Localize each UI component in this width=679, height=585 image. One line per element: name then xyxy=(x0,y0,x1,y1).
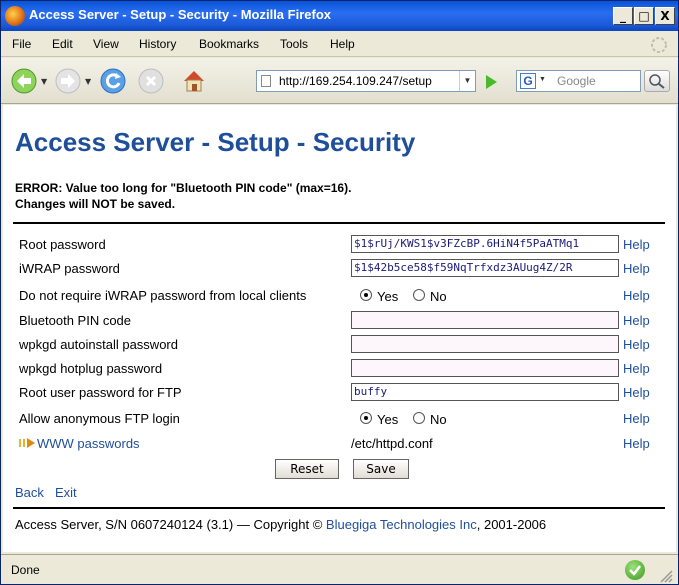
throbber-icon xyxy=(651,37,667,53)
iwrap-local-yes-radio[interactable] xyxy=(360,289,372,301)
forward-arrow-icon[interactable] xyxy=(55,68,81,94)
iwrap-local-no-label: No xyxy=(430,289,447,304)
menu-tools[interactable]: Tools xyxy=(280,37,308,51)
stop-icon[interactable] xyxy=(138,68,164,94)
help-link-www-passwords[interactable]: Help xyxy=(623,436,650,451)
go-arrow-icon[interactable] xyxy=(481,72,501,92)
title-bar: Access Server - Setup - Security - Mozil… xyxy=(1,1,678,31)
help-link-iwrap-local[interactable]: Help xyxy=(623,288,650,303)
back-dropdown-icon[interactable]: ▼ xyxy=(41,77,47,86)
status-text: Done xyxy=(11,563,40,577)
footer-years: , 2001-2006 xyxy=(476,517,547,532)
ftp-anon-yes-radio[interactable] xyxy=(360,412,372,424)
help-link-wpkgd-hotplug[interactable]: Help xyxy=(623,361,650,376)
window-title: Access Server - Setup - Security - Mozil… xyxy=(29,7,331,22)
help-link-ftp-anon[interactable]: Help xyxy=(623,411,650,426)
page-content: Access Server - Setup - Security ERROR: … xyxy=(3,105,676,552)
error-message: ERROR: Value too long for "Bluetooth PIN… xyxy=(15,181,352,195)
exit-link[interactable]: Exit xyxy=(55,485,77,500)
footer: Access Server, S/N 0607240124 (3.1) — Co… xyxy=(15,517,546,532)
search-button[interactable] xyxy=(644,70,670,92)
iwrap-password-field[interactable]: $1$42b5ce58$f59NqTrfxdz3AUug4Z/2R xyxy=(351,259,619,277)
menu-edit[interactable]: Edit xyxy=(52,37,73,51)
maximize-button[interactable]: □ xyxy=(634,7,654,25)
ftp-anon-label: Allow anonymous FTP login xyxy=(19,411,180,426)
save-button[interactable]: Save xyxy=(353,459,409,479)
menu-bar: File Edit View History Bookmarks Tools H… xyxy=(1,31,678,57)
menu-bookmarks[interactable]: Bookmarks xyxy=(199,37,259,51)
www-passwords-link[interactable]: WWW passwords xyxy=(37,436,140,451)
page-icon xyxy=(261,75,271,87)
menu-history[interactable]: History xyxy=(139,37,176,51)
iwrap-local-label: Do not require iWRAP password from local… xyxy=(19,288,307,303)
navigation-toolbar: ▼ ▼ http://169.254.109.247/setup ▼ G ▼ G… xyxy=(1,58,678,104)
iwrap-local-no-radio[interactable] xyxy=(413,289,425,301)
divider-top xyxy=(13,222,665,224)
ftp-anon-yes-label: Yes xyxy=(377,412,399,427)
page-title: Access Server - Setup - Security xyxy=(15,127,416,157)
iwrap-local-yes-label: Yes xyxy=(377,289,399,304)
magnifier-icon xyxy=(649,74,665,89)
address-bar[interactable]: http://169.254.109.247/setup ▼ xyxy=(256,70,476,92)
search-field[interactable]: G ▼ Google xyxy=(516,70,641,92)
menu-help[interactable]: Help xyxy=(330,37,355,51)
wpkgd-autoinstall-field[interactable] xyxy=(351,335,619,353)
ftp-root-field[interactable]: buffy xyxy=(351,383,619,401)
url-dropdown-icon[interactable]: ▼ xyxy=(459,71,475,91)
bt-pin-field[interactable] xyxy=(351,311,619,329)
url-text[interactable]: http://169.254.109.247/setup xyxy=(279,74,457,88)
menu-view[interactable]: View xyxy=(93,37,119,51)
ftp-anon-no-label: No xyxy=(430,412,447,427)
status-bar: Done xyxy=(1,554,678,584)
home-icon[interactable] xyxy=(181,68,207,94)
help-link-iwrap-password[interactable]: Help xyxy=(623,261,650,276)
back-link[interactable]: Back xyxy=(15,485,44,500)
help-link-bt-pin[interactable]: Help xyxy=(623,313,650,328)
reload-icon[interactable] xyxy=(100,68,126,94)
search-engine-dropdown-icon[interactable]: ▼ xyxy=(539,76,546,83)
ftp-root-label: Root user password for FTP xyxy=(19,385,182,400)
wpkgd-hotplug-field[interactable] xyxy=(351,359,619,377)
help-link-ftp-root[interactable]: Help xyxy=(623,385,650,400)
iwrap-password-label: iWRAP password xyxy=(19,261,120,276)
wpkgd-autoinstall-label: wpkgd autoinstall password xyxy=(19,337,178,352)
divider-bottom xyxy=(13,507,665,509)
help-link-wpkgd-autoinstall[interactable]: Help xyxy=(623,337,650,352)
reset-button[interactable]: Reset xyxy=(275,459,339,479)
browser-window: Access Server - Setup - Security - Mozil… xyxy=(0,0,679,585)
firefox-icon xyxy=(5,6,25,26)
resize-grip-icon[interactable] xyxy=(657,567,673,583)
help-link-root-password[interactable]: Help xyxy=(623,237,650,252)
ftp-anon-no-radio[interactable] xyxy=(413,412,425,424)
company-link[interactable]: Bluegiga Technologies Inc xyxy=(326,517,477,532)
wpkgd-hotplug-label: wpkgd hotplug password xyxy=(19,361,163,376)
footer-text: Access Server, S/N 0607240124 (3.1) — Co… xyxy=(15,517,323,532)
close-button[interactable]: X xyxy=(655,7,675,25)
back-arrow-icon[interactable] xyxy=(11,68,37,94)
search-placeholder: Google xyxy=(557,74,596,88)
minimize-button[interactable]: _ xyxy=(613,7,633,25)
root-password-label: Root password xyxy=(19,237,106,252)
arrow-bullet-icon xyxy=(19,438,35,448)
bt-pin-label: Bluetooth PIN code xyxy=(19,313,132,328)
forward-dropdown-icon[interactable]: ▼ xyxy=(85,77,91,86)
menu-file[interactable]: File xyxy=(12,37,31,51)
www-passwords-value: /etc/httpd.conf xyxy=(351,436,433,451)
error-note: Changes will NOT be saved. xyxy=(15,197,176,211)
checkmark-icon xyxy=(625,560,645,580)
root-password-field[interactable]: $1$rUj/KWS1$v3FZcBP.6HiN4f5PaATMq1 xyxy=(351,235,619,253)
search-engine-icon[interactable]: G xyxy=(520,73,536,89)
